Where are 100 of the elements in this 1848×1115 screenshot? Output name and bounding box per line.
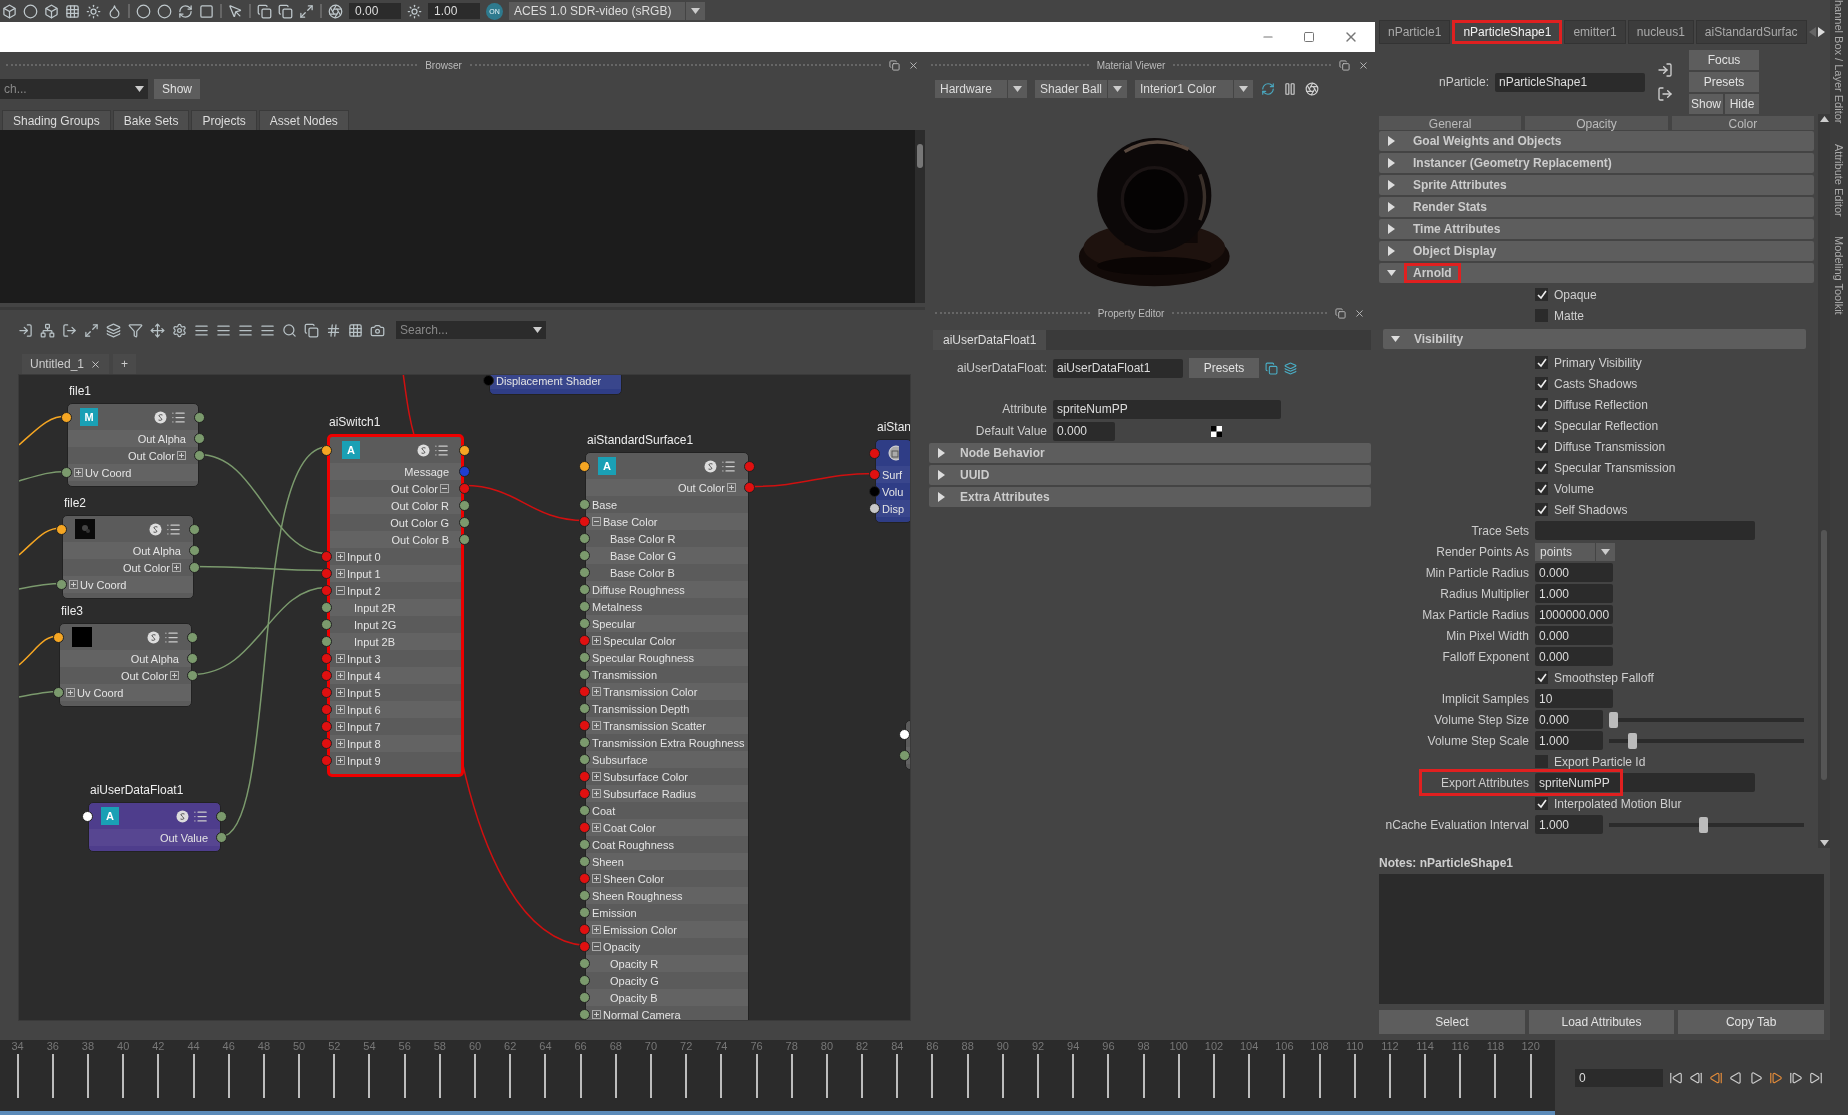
browser-tab[interactable]: Shading Groups — [2, 110, 111, 130]
expand-icon[interactable] — [336, 569, 345, 578]
toolbar-icon[interactable] — [278, 3, 293, 19]
checkbox[interactable] — [1535, 461, 1548, 474]
port-dot[interactable] — [579, 567, 590, 578]
collapse-arrow-icon[interactable] — [1391, 334, 1400, 344]
checkbox[interactable] — [1535, 482, 1548, 495]
play-backward-icon[interactable] — [1729, 1070, 1743, 1085]
output-icon[interactable] — [1657, 86, 1673, 102]
exposure-field[interactable]: 0.00 — [349, 3, 401, 19]
scrollbar[interactable] — [1818, 114, 1830, 848]
viewer-dropdown[interactable]: Shader Ball — [1035, 80, 1127, 98]
checkbox[interactable] — [1535, 377, 1548, 390]
port-dot[interactable] — [216, 810, 227, 822]
expand-icon[interactable] — [592, 823, 601, 832]
scroll-right-icon[interactable] — [1817, 27, 1825, 37]
toolbar-icon[interactable] — [106, 322, 121, 338]
port-dot[interactable] — [579, 550, 590, 561]
toolbar-icon[interactable] — [107, 3, 122, 19]
toolbar-icon[interactable] — [370, 322, 385, 338]
port-dot[interactable] — [579, 941, 590, 952]
notes-field[interactable] — [1379, 874, 1824, 1004]
gamma-field[interactable]: 1.00 — [428, 3, 480, 19]
attribute-tab[interactable]: Color — [1671, 116, 1814, 130]
menu-icon[interactable] — [193, 808, 208, 824]
port-dot[interactable] — [579, 924, 590, 935]
expand-icon[interactable] — [74, 468, 83, 477]
port-dot[interactable] — [579, 669, 590, 680]
port-dot[interactable] — [56, 579, 67, 590]
port-dot[interactable] — [579, 635, 590, 646]
dropdown[interactable]: points — [1535, 542, 1615, 561]
number-field[interactable]: 0.000 — [1535, 563, 1613, 582]
port-dot[interactable] — [321, 602, 332, 613]
toolbar-icon[interactable] — [86, 3, 101, 19]
toolbar-icon[interactable] — [18, 322, 33, 338]
go-to-end-icon[interactable] — [1809, 1070, 1823, 1085]
number-field[interactable]: 0.000 — [1535, 647, 1613, 666]
text-field[interactable] — [1535, 521, 1755, 540]
port-dot[interactable] — [459, 517, 470, 528]
toolbar-icon[interactable] — [326, 322, 341, 338]
collapse-icon[interactable] — [336, 586, 345, 595]
close-icon[interactable] — [1358, 59, 1369, 71]
aperture-icon[interactable] — [1305, 82, 1319, 96]
port-dot[interactable] — [459, 534, 470, 545]
expand-icon[interactable] — [592, 687, 601, 696]
show-button[interactable]: Show — [154, 79, 201, 99]
attribute-tab[interactable]: General — [1379, 116, 1522, 130]
port-dot[interactable] — [579, 499, 590, 510]
refresh-icon[interactable] — [1261, 82, 1275, 96]
port-dot[interactable] — [579, 720, 590, 731]
port-dot[interactable] — [579, 805, 590, 816]
node-name-field[interactable]: nParticleShape1 — [1495, 72, 1645, 92]
toolbar-icon[interactable] — [65, 3, 80, 19]
search-field[interactable]: ch... — [0, 79, 148, 99]
slider-thumb[interactable] — [1628, 732, 1638, 749]
number-field[interactable]: 1.000 — [1535, 584, 1613, 603]
scrollbar[interactable] — [915, 130, 925, 303]
toolbar-icon[interactable] — [199, 3, 214, 19]
footer-button[interactable]: Copy Tab — [1678, 1010, 1824, 1034]
port-dot[interactable] — [579, 839, 590, 850]
section-header[interactable]: Extra Attributes — [929, 487, 1371, 507]
port-dot[interactable] — [579, 618, 590, 629]
section-header[interactable]: Object Display — [1379, 241, 1814, 261]
shader-node[interactable] — [585, 452, 749, 1020]
section-header[interactable]: Goal Weights and Objects — [1379, 131, 1814, 151]
port-dot[interactable] — [579, 958, 590, 969]
port-dot[interactable] — [579, 822, 590, 833]
expand-icon[interactable] — [592, 636, 601, 645]
port-dot[interactable] — [194, 411, 205, 423]
expand-arrow-icon[interactable] — [1387, 180, 1396, 190]
shader-node[interactable]: Out Alpha Out Color Uv Coord — [62, 515, 194, 599]
viewer-dropdown[interactable]: Interior1 Color — [1135, 80, 1253, 98]
collapse-icon[interactable] — [592, 517, 601, 526]
port-dot[interactable] — [579, 771, 590, 782]
browser-tab[interactable]: Bake Sets — [112, 110, 190, 130]
port-dot[interactable] — [321, 670, 332, 681]
collapse-arrow-icon[interactable] — [1387, 268, 1396, 278]
port-dot[interactable] — [579, 737, 590, 748]
node-tab[interactable]: aiStandardSurfac — [1695, 20, 1807, 44]
toolbar-icon[interactable] — [84, 322, 99, 338]
shader-node[interactable]: A Out Value — [88, 802, 221, 852]
aperture-icon[interactable] — [328, 3, 343, 19]
expand-icon[interactable] — [336, 722, 345, 731]
toolbar-icon[interactable] — [260, 322, 275, 338]
text-field[interactable]: spriteNumPP — [1535, 773, 1755, 792]
port-dot[interactable] — [321, 636, 332, 647]
footer-button[interactable]: Load Attributes — [1528, 1010, 1675, 1034]
scroll-down-icon[interactable] — [1819, 840, 1829, 846]
menu-icon[interactable] — [721, 458, 736, 474]
toolbar-icon[interactable] — [44, 3, 59, 19]
toolbar-icon[interactable] — [194, 322, 209, 338]
port-dot[interactable] — [321, 738, 332, 749]
number-field[interactable]: 10 — [1535, 689, 1613, 708]
port-dot[interactable] — [579, 890, 590, 901]
port-dot[interactable] — [321, 619, 332, 630]
number-field[interactable]: 0.000 — [1535, 626, 1613, 645]
expand-icon[interactable] — [592, 772, 601, 781]
section-header[interactable]: Instancer (Geometry Replacement) — [1379, 153, 1814, 173]
node-name-field[interactable]: aiUserDataFloat1 — [1053, 358, 1183, 378]
expand-icon[interactable] — [170, 671, 179, 680]
